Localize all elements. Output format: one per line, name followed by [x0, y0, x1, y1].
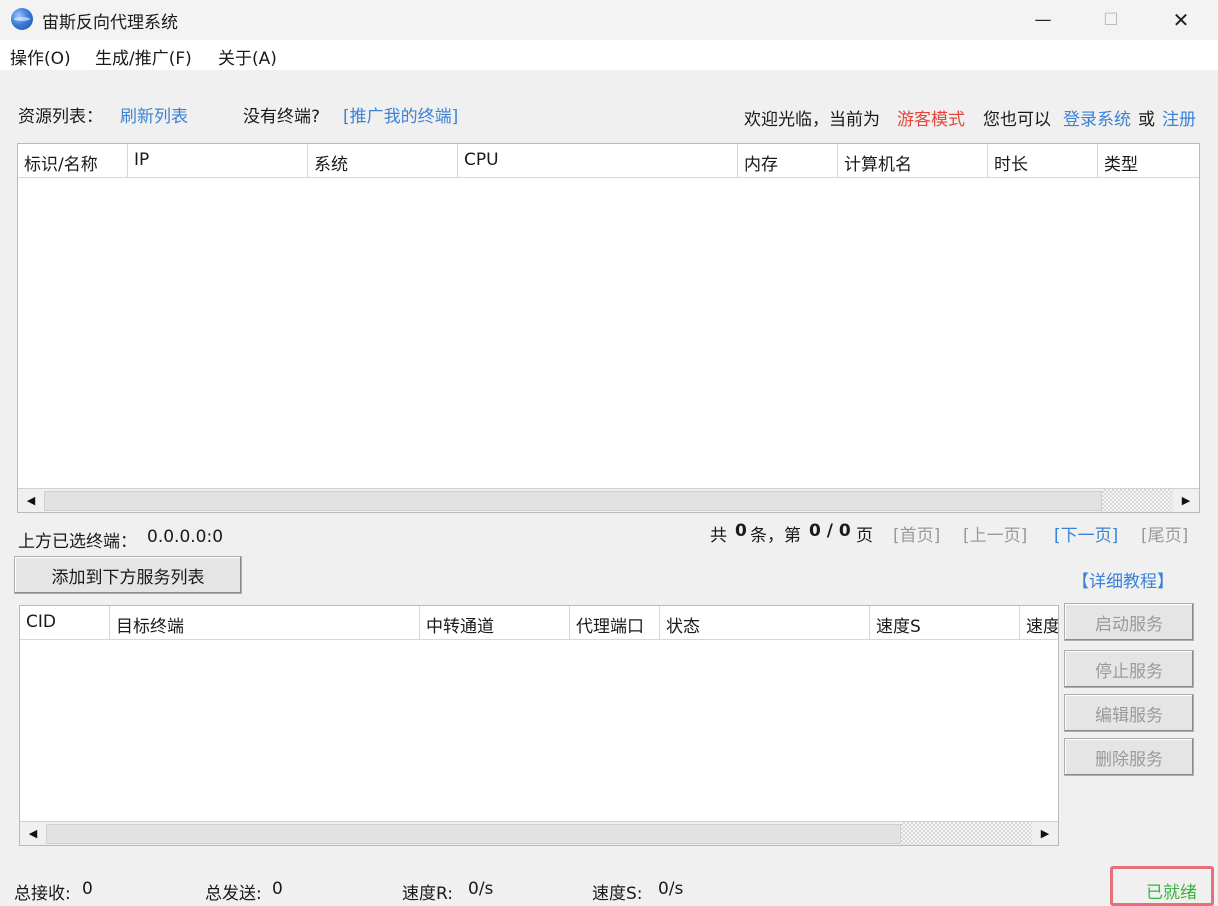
edit-service-button[interactable]: 编辑服务: [1064, 694, 1194, 732]
column-header-name[interactable]: 标识/名称: [18, 144, 128, 178]
close-button[interactable]: ✕: [1146, 0, 1216, 40]
speed-s-value: 0/s: [658, 879, 684, 899]
menu-about[interactable]: 关于(A): [218, 44, 277, 69]
column-header-system[interactable]: 系统: [308, 144, 458, 178]
column-header-status[interactable]: 状态: [660, 606, 870, 640]
column-header-relay-channel[interactable]: 中转通道: [420, 606, 570, 640]
menu-generate-promote[interactable]: 生成/推广(F): [95, 44, 192, 69]
column-header-speed-s[interactable]: 速度S: [870, 606, 1020, 640]
service-horizontal-scrollbar[interactable]: ◀ ▶: [20, 821, 1058, 845]
column-header-duration[interactable]: 时长: [988, 144, 1098, 178]
column-header-type[interactable]: 类型: [1098, 144, 1199, 178]
total-received-label: 总接收:: [14, 884, 71, 904]
promote-terminal-link[interactable]: [推广我的终端]: [343, 102, 458, 127]
last-page-link[interactable]: [尾页]: [1141, 521, 1188, 546]
or-text: 或: [1138, 110, 1155, 130]
scroll-left-icon[interactable]: ◀: [20, 822, 46, 845]
no-terminal-label: 没有终端?: [243, 107, 321, 127]
minimize-icon: —: [1034, 10, 1052, 30]
total-sent-label: 总发送:: [205, 884, 262, 904]
selected-terminal-value: 0.0.0.0:0: [147, 527, 224, 547]
column-header-computer-name[interactable]: 计算机名: [838, 144, 988, 178]
minimize-button[interactable]: —: [1008, 0, 1078, 40]
tutorial-link[interactable]: 【详细教程】: [1072, 567, 1174, 592]
column-header-target-terminal[interactable]: 目标终端: [110, 606, 420, 640]
guest-mode-text: 游客模式: [897, 110, 965, 130]
prev-page-link[interactable]: [上一页]: [963, 521, 1027, 546]
scroll-right-icon[interactable]: ▶: [1173, 489, 1199, 512]
resource-list-label: 资源列表：: [18, 107, 103, 127]
add-to-service-list-button[interactable]: 添加到下方服务列表: [14, 556, 242, 594]
window-title: 宙斯反向代理系统: [42, 13, 178, 33]
close-icon: ✕: [1172, 8, 1190, 32]
register-link[interactable]: 注册: [1162, 105, 1196, 130]
column-header-proxy-port[interactable]: 代理端口: [570, 606, 660, 640]
total-sent-value: 0: [272, 879, 283, 899]
service-table[interactable]: CID 目标终端 中转通道 代理端口 状态 速度S 速度R ◀ ▶: [19, 605, 1059, 846]
column-header-ip[interactable]: IP: [128, 144, 308, 178]
speed-r-value: 0/s: [468, 879, 494, 899]
login-link[interactable]: 登录系统: [1063, 105, 1131, 130]
scroll-thumb[interactable]: [46, 824, 901, 844]
scroll-track[interactable]: [1102, 489, 1173, 512]
column-header-cid[interactable]: CID: [20, 606, 110, 640]
welcome-text: 欢迎光临，当前为: [744, 110, 880, 130]
first-page-link[interactable]: [首页]: [893, 521, 940, 546]
start-service-button[interactable]: 启动服务: [1064, 603, 1194, 641]
pagination-total: 0: [735, 521, 747, 541]
maximize-icon: ☐: [1103, 10, 1119, 30]
next-page-link[interactable]: [下一页]: [1054, 521, 1118, 546]
refresh-list-link[interactable]: 刷新列表: [120, 102, 188, 127]
you-can-text: 您也可以: [983, 110, 1051, 130]
resource-horizontal-scrollbar[interactable]: ◀ ▶: [18, 488, 1199, 512]
speed-r-label: 速度R:: [402, 884, 454, 904]
ready-status-highlight: [1110, 866, 1214, 906]
pagination-page-suffix: 页: [856, 526, 873, 546]
stop-service-button[interactable]: 停止服务: [1064, 650, 1194, 688]
total-received-value: 0: [82, 879, 93, 899]
pagination-page: 0 / 0: [809, 521, 851, 541]
resource-table[interactable]: 标识/名称 IP 系统 CPU 内存 计算机名 时长 类型 ◀ ▶: [17, 143, 1200, 513]
pagination-total-prefix: 共: [710, 526, 727, 546]
column-header-speed-r[interactable]: 速度R: [1020, 606, 1058, 640]
pagination-total-suffix: 条，第: [750, 526, 801, 546]
scroll-thumb[interactable]: [44, 491, 1102, 511]
delete-service-button[interactable]: 删除服务: [1064, 738, 1194, 776]
scroll-right-icon[interactable]: ▶: [1032, 822, 1058, 845]
globe-icon: [11, 8, 33, 30]
column-header-cpu[interactable]: CPU: [458, 144, 738, 178]
maximize-button[interactable]: ☐: [1076, 0, 1146, 40]
column-header-memory[interactable]: 内存: [738, 144, 838, 178]
menu-operate[interactable]: 操作(O): [10, 44, 71, 69]
scroll-left-icon[interactable]: ◀: [18, 489, 44, 512]
selected-terminal-label: 上方已选终端：: [18, 532, 137, 552]
speed-s-label: 速度S:: [592, 884, 643, 904]
scroll-track[interactable]: [901, 822, 1032, 845]
